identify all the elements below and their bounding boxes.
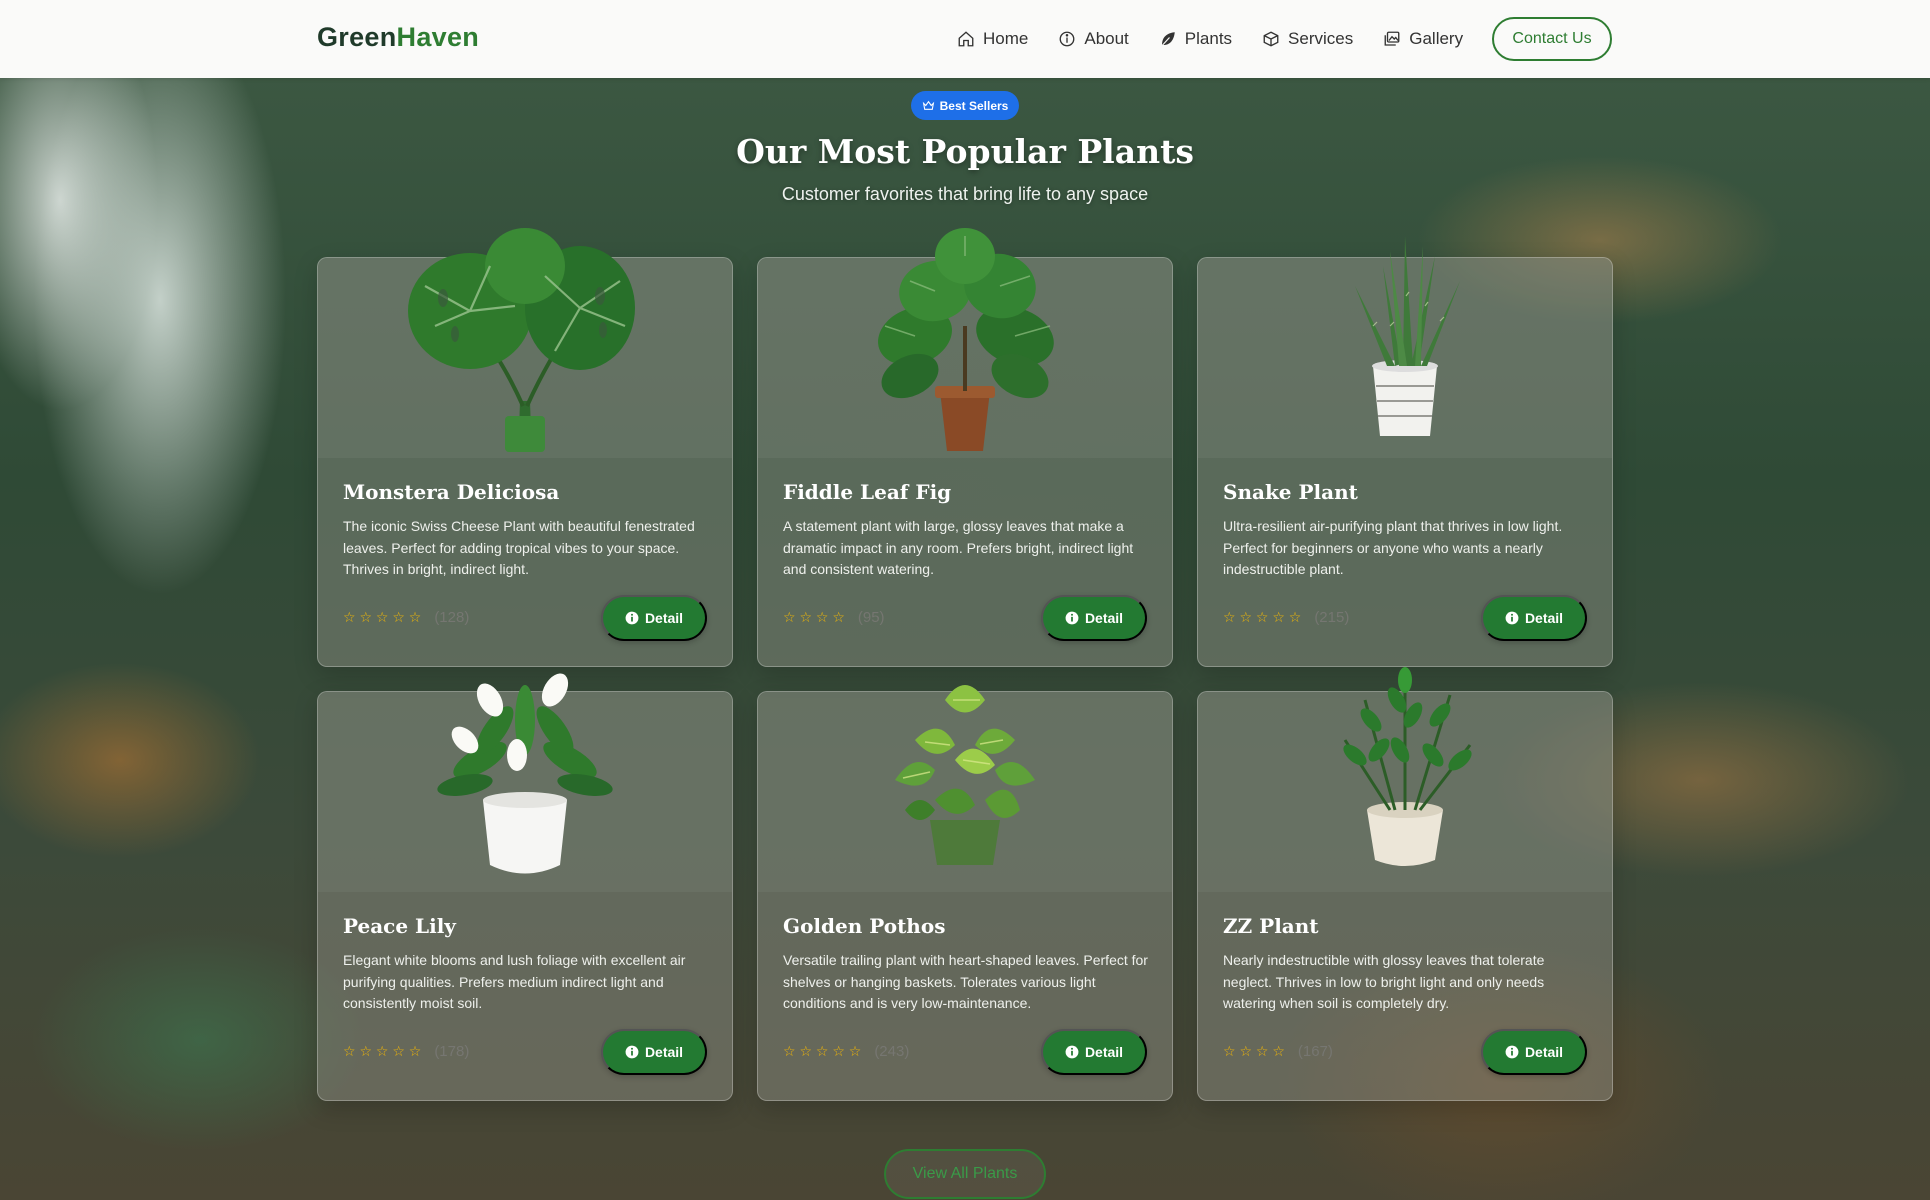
brand-name-part1: Green: [317, 22, 397, 52]
card-rating: ☆ ☆ ☆ ☆ ☆ (243): [783, 1043, 909, 1060]
card-description: A statement plant with large, glossy lea…: [783, 518, 1134, 577]
gallery-icon: [1384, 31, 1400, 46]
detail-button-label: Detail: [1084, 1044, 1124, 1060]
nav-item-gallery[interactable]: Gallery: [1383, 29, 1463, 49]
card-description: Ultra-resilient air-purifying plant that…: [1223, 518, 1563, 577]
card-rating: ☆ ☆ ☆ ☆ (95): [783, 609, 885, 626]
review-count: (243): [874, 1043, 910, 1060]
card-rating: ☆ ☆ ☆ ☆ (167): [1223, 1043, 1333, 1060]
zz-plant-image: [1275, 660, 1535, 890]
rating-stars: ☆ ☆ ☆ ☆: [1223, 1043, 1285, 1059]
rating-stars: ☆ ☆ ☆ ☆ ☆: [783, 1043, 862, 1059]
nav-item-about[interactable]: About: [1058, 29, 1129, 49]
card-description: Versatile trailing plant with heart-shap…: [783, 952, 1148, 1011]
rating-stars: ☆ ☆ ☆ ☆ ☆: [343, 609, 422, 625]
detail-button[interactable]: Detail: [1481, 595, 1587, 641]
review-count: (128): [434, 609, 470, 626]
review-count: (178): [434, 1043, 470, 1060]
rating-stars: ☆ ☆ ☆ ☆ ☆: [343, 1043, 422, 1059]
review-count: (167): [1297, 1043, 1333, 1060]
card-rating: ☆ ☆ ☆ ☆ ☆ (215): [1223, 609, 1349, 626]
info-icon: [625, 611, 639, 625]
nav-item-label: Home: [983, 29, 1029, 48]
badge-label: Best Sellers: [939, 98, 1009, 113]
card-title: Golden Pothos: [783, 914, 946, 938]
rating-stars: ☆ ☆ ☆ ☆ ☆: [1223, 609, 1302, 625]
card-title: Snake Plant: [1223, 480, 1358, 504]
info-icon: [1505, 611, 1519, 625]
brand-name-part2: Haven: [396, 22, 480, 52]
nav-item-services[interactable]: Services: [1262, 29, 1353, 49]
section-subtitle: Customer favorites that bring life to an…: [781, 184, 1149, 204]
plant-card: ZZ Plant Nearly indestructible with glos…: [1197, 667, 1613, 1101]
detail-button-label: Detail: [1084, 610, 1124, 626]
view-all-plants-button[interactable]: View All Plants: [884, 1149, 1046, 1199]
card-title: ZZ Plant: [1223, 914, 1319, 938]
section-title: Our Most Popular Plants: [736, 132, 1194, 171]
card-title: Monstera Deliciosa: [343, 480, 560, 504]
card-title: Peace Lily: [343, 914, 456, 938]
leaf-icon: [1160, 32, 1175, 47]
info-icon: [1065, 1045, 1079, 1059]
nav-item-label: Services: [1288, 29, 1354, 48]
detail-button-label: Detail: [1524, 610, 1564, 626]
plant-card: Fiddle Leaf Fig A statement plant with l…: [757, 228, 1173, 667]
best-sellers-badge: Best Sellers: [911, 91, 1019, 120]
card-title: Fiddle Leaf Fig: [783, 480, 952, 504]
plant-card: Golden Pothos Versatile trailing plant w…: [757, 685, 1173, 1101]
detail-button[interactable]: Detail: [601, 1029, 707, 1075]
info-icon: [1059, 31, 1075, 47]
card-rating: ☆ ☆ ☆ ☆ ☆ (128): [343, 609, 469, 626]
golden-pothos-image: [835, 660, 1095, 890]
box-icon: [1263, 31, 1279, 47]
snake-plant-image: [1275, 226, 1535, 456]
card-description: Nearly indestructible with glossy leaves…: [1223, 952, 1545, 1011]
review-count: (95): [857, 609, 885, 626]
nav-item-home[interactable]: Home: [957, 29, 1028, 49]
rating-stars: ☆ ☆ ☆ ☆: [783, 609, 845, 625]
review-count: (215): [1314, 609, 1350, 626]
peace-lily-image: [395, 660, 655, 890]
contact-us-button[interactable]: Contact Us: [1492, 17, 1612, 61]
plant-card: Monstera Deliciosa The iconic Swiss Chee…: [317, 228, 733, 667]
info-icon: [1505, 1045, 1519, 1059]
detail-button[interactable]: Detail: [1481, 1029, 1587, 1075]
nav-links: Home About Plants Services Gallery: [957, 0, 1463, 78]
fiddle-leaf-fig-image: [835, 226, 1095, 456]
card-description: The iconic Swiss Cheese Plant with beaut…: [343, 518, 695, 577]
nav-item-label: Plants: [1184, 29, 1233, 48]
detail-button[interactable]: Detail: [1041, 595, 1147, 641]
brand-logo[interactable]: GreenHaven: [317, 22, 479, 53]
navbar: GreenHaven Home About Plants Services Ga…: [0, 0, 1930, 78]
card-description: Elegant white blooms and lush foliage wi…: [343, 952, 686, 1011]
plant-card: Snake Plant Ultra-resilient air-purifyin…: [1197, 236, 1613, 667]
detail-button-label: Detail: [644, 610, 684, 626]
home-icon: [958, 31, 974, 47]
nav-item-label: Gallery: [1409, 29, 1464, 48]
nav-item-plants[interactable]: Plants: [1159, 29, 1232, 49]
card-rating: ☆ ☆ ☆ ☆ ☆ (178): [343, 1043, 469, 1060]
nav-item-label: About: [1084, 29, 1129, 48]
detail-button-label: Detail: [1524, 1044, 1564, 1060]
detail-button[interactable]: Detail: [1041, 1029, 1147, 1075]
detail-button[interactable]: Detail: [601, 595, 707, 641]
plant-card: Peace Lily Elegant white blooms and lush…: [317, 673, 733, 1101]
info-icon: [1065, 611, 1079, 625]
crown-icon: [922, 100, 934, 110]
info-icon: [625, 1045, 639, 1059]
monstera-image: [395, 226, 655, 456]
detail-button-label: Detail: [644, 1044, 684, 1060]
